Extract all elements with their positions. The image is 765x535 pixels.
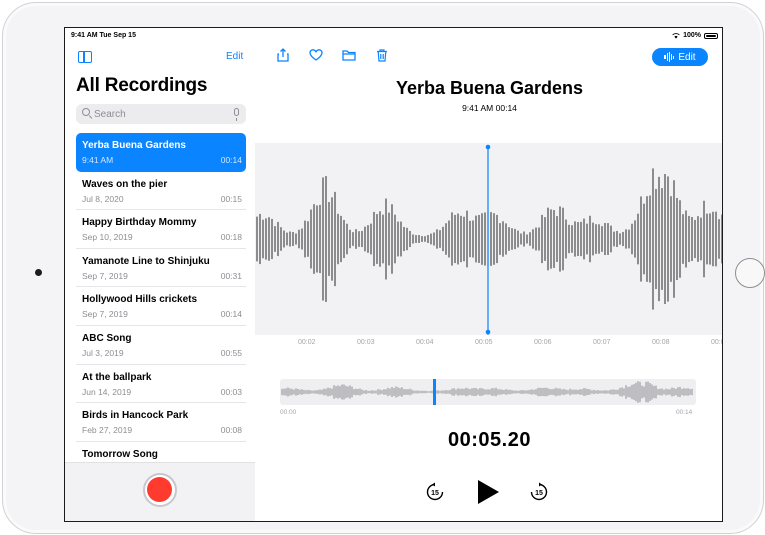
recording-date: Sep 10, 2019 — [82, 232, 133, 243]
microphone-icon[interactable] — [234, 108, 239, 121]
waveform-view[interactable] — [255, 143, 722, 335]
recording-name: Hollywood Hills crickets — [82, 294, 198, 306]
timeline-tick-label: 00:07 — [593, 339, 611, 346]
recording-duration: 00:31 — [220, 270, 242, 281]
heart-icon[interactable] — [309, 48, 323, 62]
waveform-icon — [664, 52, 675, 62]
sidebar-edit-button[interactable]: Edit — [226, 51, 243, 62]
search-bar[interactable] — [76, 104, 246, 124]
front-camera — [35, 269, 42, 276]
timeline-tick-label: 00:09 — [711, 339, 722, 346]
recording-date: Jul 8, 2020 — [82, 193, 124, 204]
playhead-handle — [485, 144, 491, 150]
recording-item[interactable]: Happy Birthday Mommy Sep 10, 2019 00:18 — [76, 210, 246, 249]
record-button[interactable] — [143, 473, 177, 507]
battery-icon — [704, 32, 718, 39]
record-toolbar — [65, 462, 255, 521]
timeline-tick-label: 00:05 — [475, 339, 493, 346]
recording-date: Sep 7, 2019 — [82, 270, 128, 281]
wifi-icon — [672, 32, 680, 39]
recording-date: 9:41 AM — [82, 155, 114, 165]
overview-end-time: 00:14 — [676, 409, 693, 416]
overview-start-time: 00:00 — [280, 409, 297, 416]
recording-name: Yerba Buena Gardens — [82, 140, 186, 151]
recording-date: Sep 7, 2019 — [82, 309, 128, 320]
playhead-handle — [485, 329, 491, 335]
recording-name: Tomorrow Song — [82, 448, 158, 460]
recording-duration: 00:14 — [220, 309, 242, 320]
recording-duration: 00:03 — [220, 386, 242, 397]
waveform — [256, 144, 722, 335]
current-time: 00:05.20 — [448, 429, 531, 451]
overview-waveform — [281, 379, 693, 405]
recording-name: Yamanote Line to Shinjuku — [82, 255, 210, 267]
recording-name: Waves on the pier — [82, 178, 168, 190]
recording-name: Happy Birthday Mommy — [82, 217, 197, 229]
recording-meta: 9:41 AM 00:14 — [462, 103, 517, 113]
ipad-frame: 9:41 AM Tue Sep 15 Edit All Recordings Y… — [2, 2, 765, 534]
trash-icon[interactable] — [375, 48, 389, 62]
page-title: All Recordings — [76, 75, 208, 96]
timeline-tick-label: 00:03 — [357, 339, 375, 346]
status-indicators: 100% — [672, 32, 718, 39]
recording-item[interactable]: Yamanote Line to Shinjuku Sep 7, 2019 00:3… — [76, 249, 246, 288]
recording-item[interactable]: At the ballpark Jun 14, 2019 00:03 — [76, 365, 246, 404]
edit-recording-button[interactable]: Edit — [652, 48, 708, 66]
recording-item[interactable]: Waves on the pier Jul 8, 2020 00:15 — [76, 172, 246, 211]
home-button[interactable] — [735, 258, 765, 288]
timeline-ticks: 00:02 00:03 00:04 00:05 00:06 00:07 00:08 00:09 — [255, 339, 722, 351]
skip-back-label: 15 — [431, 490, 439, 497]
search-input[interactable] — [94, 104, 224, 124]
recording-item[interactable]: Yerba Buena Gardens 9:41 AM 00:14 — [76, 133, 246, 172]
recording-duration: 00:14 — [220, 155, 242, 165]
recording-date: Jun 14, 2019 — [82, 386, 132, 397]
share-icon[interactable] — [276, 48, 290, 62]
recording-duration: 00:08 — [220, 425, 242, 436]
search-icon — [82, 108, 90, 116]
sidebar: 9:41 AM Tue Sep 15 Edit All Recordings Y… — [65, 28, 256, 521]
recording-item[interactable]: ABC Song Jul 3, 2019 00:55 — [76, 326, 246, 365]
battery-percentage: 100% — [683, 32, 701, 39]
skip-back-15-icon[interactable]: 15 — [425, 482, 445, 502]
folder-icon[interactable] — [342, 48, 356, 62]
status-time: 9:41 AM Tue Sep 15 — [71, 32, 136, 39]
recording-name: ABC Song — [82, 332, 132, 344]
recording-detail: 100% Edit Yerba Buena Gardens 9:41 AM 00… — [255, 28, 722, 521]
timeline-tick-label: 00:04 — [416, 339, 434, 346]
overview-playhead — [433, 379, 437, 405]
edit-label: Edit — [678, 51, 696, 63]
recording-date: Feb 27, 2019 — [82, 425, 133, 436]
recording-duration: 00:15 — [220, 193, 242, 204]
play-button[interactable] — [478, 480, 499, 504]
timeline-tick-label: 00:06 — [534, 339, 552, 346]
sidebar-toggle-icon[interactable] — [78, 51, 92, 63]
recording-date: Jul 3, 2019 — [82, 347, 124, 358]
recording-name: Birds in Hancock Park — [82, 410, 189, 422]
recording-duration: 00:18 — [220, 232, 242, 243]
recording-title: Yerba Buena Gardens — [395, 78, 584, 98]
recordings-list: Yerba Buena Gardens 9:41 AM 00:14 Waves on … — [76, 133, 246, 481]
timeline-tick-label: 00:08 — [652, 339, 670, 346]
recording-duration: 00:55 — [220, 347, 242, 358]
screen: 9:41 AM Tue Sep 15 Edit All Recordings Y… — [64, 27, 723, 522]
skip-forward-label: 15 — [535, 490, 543, 497]
skip-forward-15-icon[interactable]: 15 — [529, 482, 549, 502]
recording-name: At the ballpark — [82, 371, 152, 383]
timeline-tick-label: 00:02 — [298, 339, 316, 346]
recording-item[interactable]: Birds in Hancock Park Feb 27, 2019 00:08 — [76, 403, 246, 442]
overview-scrubber[interactable] — [280, 379, 696, 405]
recording-item[interactable]: Hollywood Hills crickets Sep 7, 2019 00:14 — [76, 287, 246, 326]
